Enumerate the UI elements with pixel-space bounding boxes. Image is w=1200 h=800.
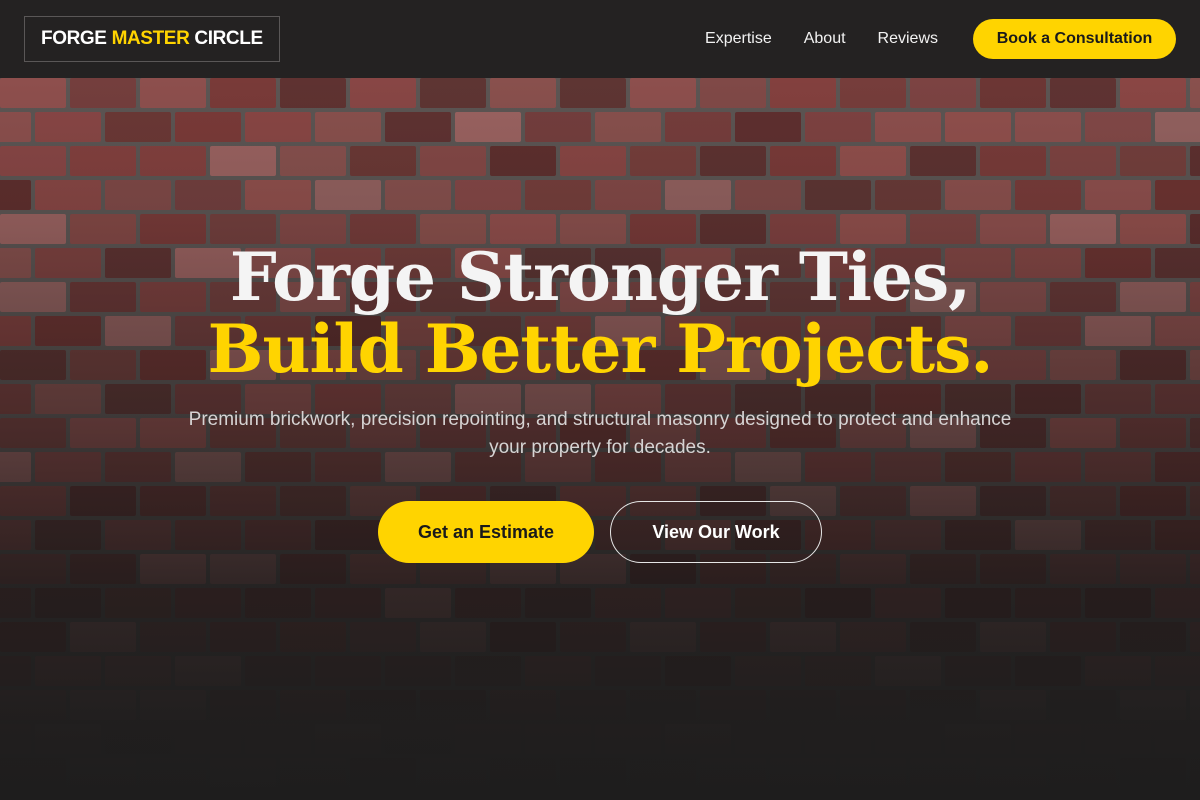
nav-link-expertise[interactable]: Expertise [705, 30, 772, 48]
view-our-work-button[interactable]: View Our Work [610, 501, 822, 563]
hero-button-row: Get an Estimate View Our Work [0, 501, 1200, 563]
hero-headline-line2: Build Better Projects. [207, 310, 994, 388]
hero-subtitle: Premium brickwork, precision repointing,… [188, 409, 1012, 458]
nav-link-about[interactable]: About [804, 30, 846, 48]
nav-link-reviews[interactable]: Reviews [878, 30, 938, 48]
brand-word-master: MASTER [111, 28, 190, 49]
hero-headline-line1: Forge Stronger Ties, [229, 238, 971, 316]
hero-section: Forge Stronger Ties, Build Better Projec… [0, 78, 1200, 800]
brand-word-forge: FORGE [41, 28, 107, 49]
brand-logo[interactable]: FORGE MASTER CIRCLE [24, 16, 280, 62]
get-estimate-button[interactable]: Get an Estimate [378, 501, 594, 563]
main-nav: Expertise About Reviews Book a Consultat… [705, 19, 1176, 59]
brand-word-circle: CIRCLE [194, 28, 263, 49]
book-consultation-button[interactable]: Book a Consultation [973, 19, 1176, 59]
site-header: FORGE MASTER CIRCLE Expertise About Revi… [0, 0, 1200, 78]
